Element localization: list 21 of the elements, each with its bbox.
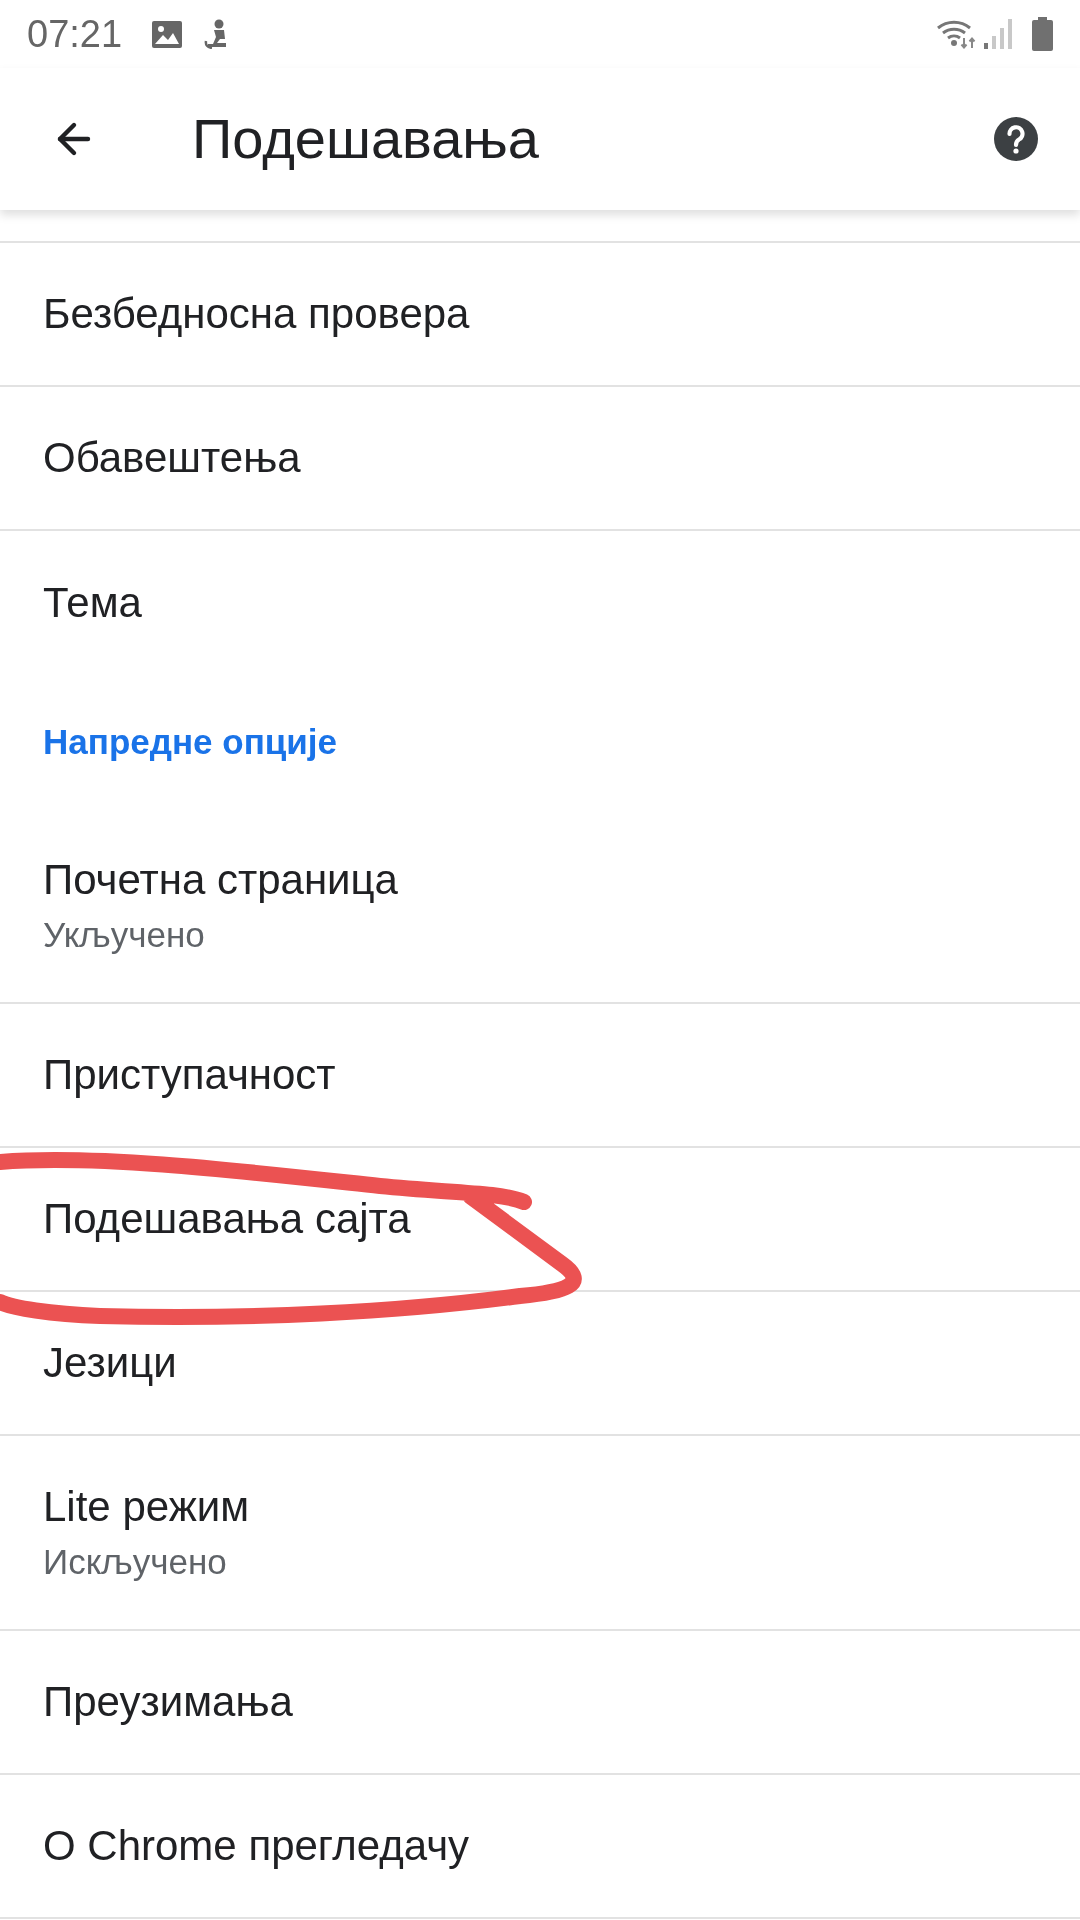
help-button[interactable] [994,117,1038,161]
setting-title[interactable]: Почетна страница [43,854,398,905]
page-title: Подешавања [192,106,539,173]
wifi-icon [936,19,976,49]
setting-title[interactable]: Безбедносна провера [43,289,470,339]
setting-title[interactable]: Приступачност [43,1050,336,1100]
setting-title[interactable]: Lite режим [43,1481,250,1532]
status-time: 07:21 [27,15,123,53]
battery-icon [1032,17,1053,51]
setting-title[interactable]: Подешавања сајта [43,1194,411,1244]
signal-icon [984,19,1012,49]
section-header: Напредне опције [43,721,337,763]
image-icon [152,20,183,48]
setting-title[interactable]: Језици [43,1338,177,1388]
setting-title[interactable]: Тема [43,578,142,628]
setting-status: Укључено [43,913,205,956]
help-icon [994,117,1038,161]
setting-title[interactable]: Обавештења [43,433,301,483]
setting-status: Искључено [43,1540,227,1583]
setting-title[interactable]: Преузимања [43,1677,293,1727]
setting-title[interactable]: О Chrome прегледачу [43,1821,469,1871]
